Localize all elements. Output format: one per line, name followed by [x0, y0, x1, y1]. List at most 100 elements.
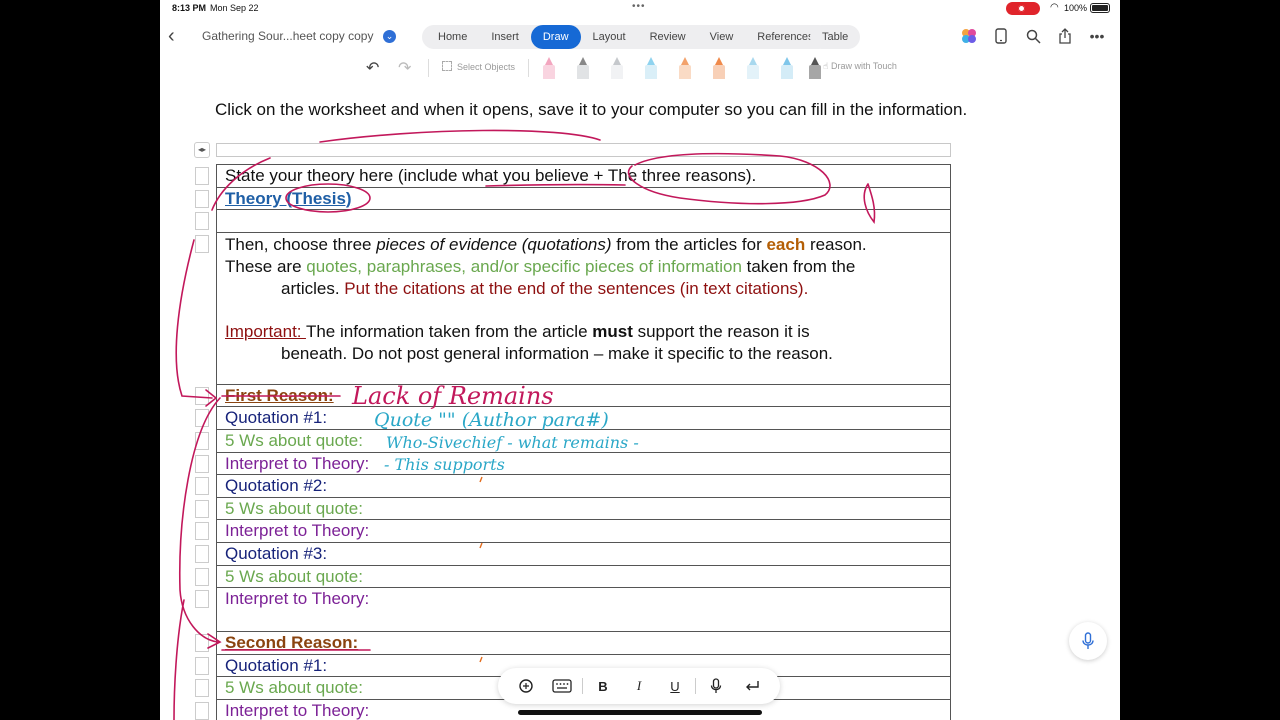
row-selector[interactable]: [195, 234, 209, 253]
italic-button[interactable]: I: [621, 672, 657, 700]
interpret-row[interactable]: Interpret to Theory:: [195, 520, 951, 543]
return-icon[interactable]: [734, 672, 770, 700]
table-header-row[interactable]: [216, 143, 951, 157]
row-selector[interactable]: [195, 567, 209, 586]
pen-gray[interactable]: [576, 57, 590, 79]
first-reason-row[interactable]: First Reason:: [195, 384, 951, 408]
row-selector[interactable]: [195, 189, 209, 208]
lasso-icon[interactable]: [508, 672, 544, 700]
theory-row[interactable]: Theory (Thesis): [195, 187, 951, 211]
redo-icon[interactable]: ↷: [398, 58, 411, 78]
pen-sky-2[interactable]: [780, 57, 794, 79]
row-selector[interactable]: [195, 431, 209, 450]
home-indicator[interactable]: [518, 710, 762, 715]
tab-insert[interactable]: Insert: [479, 25, 531, 49]
row-selector[interactable]: [195, 656, 209, 675]
quotation-2-row[interactable]: Quotation #2:: [195, 475, 951, 498]
quotation-1-row[interactable]: Quotation #1:: [195, 407, 951, 430]
select-box-icon: [442, 61, 452, 71]
tab-table[interactable]: Table: [810, 25, 861, 49]
quotation-3-row[interactable]: Quotation #3:: [195, 542, 951, 566]
important-must: must: [592, 321, 633, 341]
five-ws-row[interactable]: 5 Ws about quote:: [195, 565, 951, 589]
quotation-label: Quotation #2:: [225, 476, 328, 496]
battery-icon: [1090, 3, 1110, 13]
battery-percent: 100%: [1064, 3, 1088, 13]
row-selector[interactable]: [195, 544, 209, 563]
back-chevron-icon[interactable]: ‹: [168, 26, 184, 46]
evidence-instructions-row[interactable]: Then, choose three pieces of evidence (q…: [195, 232, 951, 385]
keyboard-icon[interactable]: [544, 672, 580, 700]
tab-review[interactable]: Review: [638, 25, 698, 49]
multitask-dots-icon[interactable]: •••: [632, 1, 646, 12]
dictate-icon[interactable]: [698, 672, 734, 700]
underline-button[interactable]: U: [657, 672, 693, 700]
blank-row[interactable]: [195, 210, 951, 233]
pen-pink[interactable]: [542, 57, 556, 79]
copilot-icon[interactable]: [960, 27, 978, 45]
pen-orange[interactable]: [678, 57, 692, 79]
interpret-row[interactable]: Interpret to Theory:: [195, 452, 951, 476]
pen-tip-icon: [715, 57, 723, 65]
evidence-text: taken from the: [741, 256, 856, 276]
row-selector[interactable]: [195, 454, 209, 473]
table-move-handle-icon[interactable]: ◂▸: [194, 142, 210, 158]
pen-sky[interactable]: [746, 57, 760, 79]
pen-light[interactable]: [610, 57, 624, 79]
interpret-label: Interpret to Theory:: [225, 589, 370, 609]
ink-stroke: [319, 129, 601, 143]
evidence-each: each: [766, 234, 806, 254]
row-selector[interactable]: [195, 212, 209, 231]
five-ws-row[interactable]: 5 Ws about quote:: [195, 497, 951, 521]
pen-tip-icon: [783, 57, 791, 65]
evidence-text: These are: [225, 256, 307, 276]
pen-orange-2[interactable]: [712, 57, 726, 79]
second-reason-row[interactable]: Second Reason:: [195, 632, 951, 655]
share-icon[interactable]: [1056, 27, 1074, 45]
row-selector[interactable]: [195, 499, 209, 518]
more-icon[interactable]: •••: [1088, 27, 1106, 45]
interpret-label: Interpret to Theory:: [225, 521, 370, 541]
row-selector[interactable]: [195, 409, 209, 428]
undo-icon[interactable]: ↶: [366, 58, 379, 78]
select-objects-label: Select Objects: [457, 62, 516, 72]
quotation-label: Quotation #3:: [225, 543, 328, 563]
worksheet-table: State your theory here (include what you…: [195, 164, 951, 720]
first-reason-label: First Reason:: [225, 385, 334, 405]
important-text: support the reason it is: [632, 321, 810, 341]
tab-home[interactable]: Home: [426, 25, 479, 49]
row-selector[interactable]: [195, 477, 209, 496]
pen-body-icon: [611, 65, 623, 79]
theory-instruction-row[interactable]: State your theory here (include what you…: [195, 165, 951, 188]
row-selector[interactable]: [195, 634, 209, 653]
row-selector[interactable]: [195, 386, 209, 405]
search-icon[interactable]: [1024, 27, 1042, 45]
pen-tip-icon: [647, 57, 655, 65]
row-selector[interactable]: [195, 679, 209, 698]
row-selector[interactable]: [195, 522, 209, 541]
tab-view[interactable]: View: [698, 25, 746, 49]
pen-tip-icon: [579, 57, 587, 65]
interpret-row[interactable]: Interpret to Theory:: [195, 588, 951, 633]
five-ws-row[interactable]: 5 Ws about quote:: [195, 429, 951, 453]
row-selector[interactable]: [195, 701, 209, 720]
select-objects-button[interactable]: Select Objects: [442, 61, 515, 72]
tab-draw[interactable]: Draw: [530, 25, 581, 49]
dictation-mic-button[interactable]: [1069, 622, 1107, 660]
pen-body-icon: [645, 65, 657, 79]
row-selector[interactable]: [195, 590, 209, 609]
row-selector[interactable]: [195, 167, 209, 185]
toolbar-divider: [582, 678, 583, 694]
theory-label: Theory (Thesis): [225, 188, 352, 208]
bold-button[interactable]: B: [585, 672, 621, 700]
phone-icon[interactable]: [992, 27, 1010, 45]
theory-instruction-text: State your theory here (include what you…: [225, 166, 757, 185]
tab-layout[interactable]: Layout: [581, 25, 638, 49]
document-title[interactable]: Gathering Sour...heet copy copy: [202, 29, 373, 43]
instruction-text[interactable]: Click on the worksheet and when it opens…: [215, 100, 967, 120]
pen-body-icon: [781, 65, 793, 79]
chevron-down-icon[interactable]: ⌄: [383, 30, 396, 43]
draw-with-touch-button[interactable]: ☝ Draw with Touch: [823, 61, 897, 72]
pen-light-blue[interactable]: [644, 57, 658, 79]
toolbar-divider: [428, 59, 429, 77]
